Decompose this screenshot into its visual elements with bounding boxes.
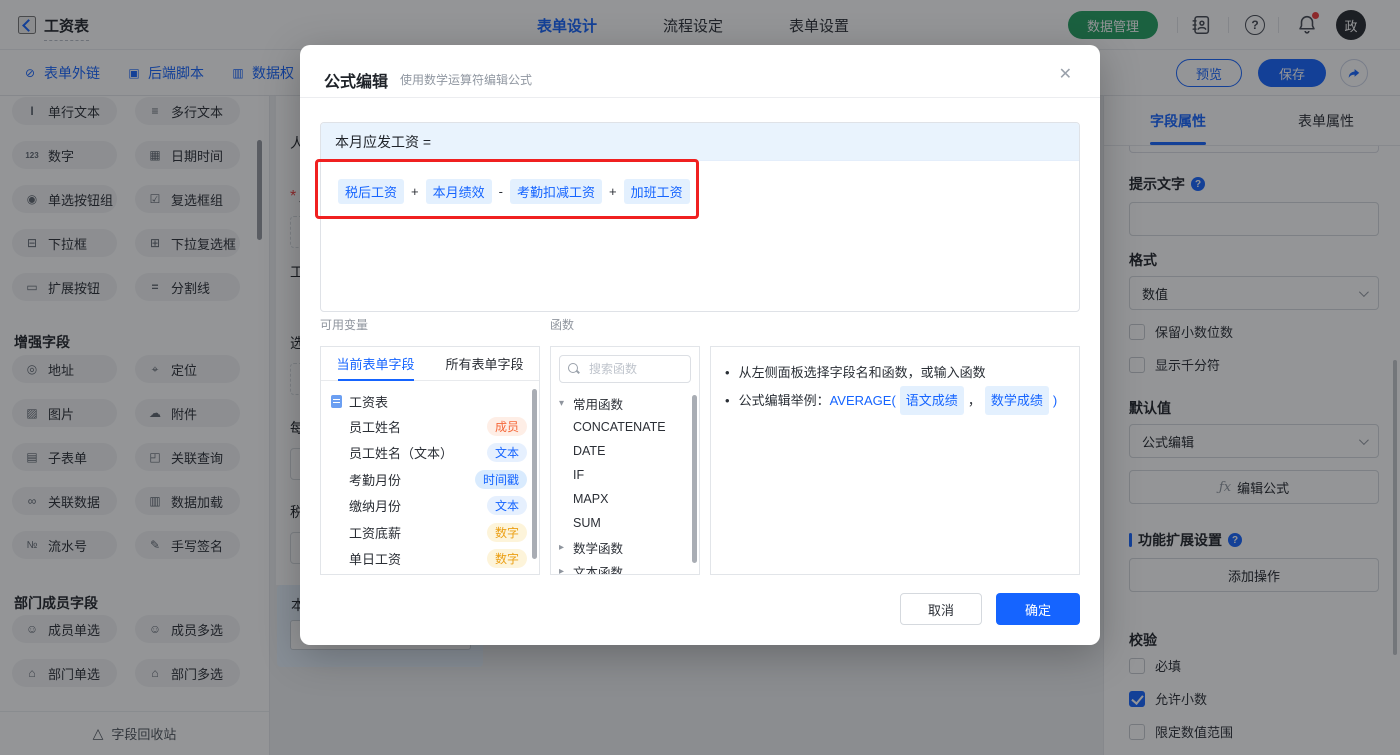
modal-header: 公式编辑 使用数学运算符编辑公式 <box>300 45 1100 97</box>
formula-token[interactable]: - <box>499 184 503 199</box>
variable-name: 单日工资 <box>349 549 401 568</box>
app: 工资表 表单设计流程设定表单设置 数据管理 ? <box>0 0 1400 755</box>
function-row[interactable]: MAPX <box>551 487 699 511</box>
function-row[interactable]: DATE <box>551 439 699 463</box>
functions-panel: 常用函数CONCATENATEDATEIFMAPXSUM数学函数文本函数 <box>550 346 700 575</box>
form-doc-icon <box>331 395 342 408</box>
formula-token[interactable]: 考勤扣减工资 <box>510 179 602 204</box>
formula-token[interactable]: 税后工资 <box>338 179 404 204</box>
variables-label: 可用变量 <box>320 316 368 333</box>
formula-input-area[interactable]: 税后工资 + 本月绩效-考勤扣减工资 + 加班工资 <box>321 161 1079 222</box>
variable-row[interactable]: 员工姓名 成员 <box>331 413 539 440</box>
variable-name: 工资底薪 <box>349 523 401 542</box>
variable-type-badge: 文本 <box>487 496 527 515</box>
help-line-2: • 公式编辑举例： AVERAGE( 语文成绩 ， 数学成绩 ) <box>725 386 1065 415</box>
function-row[interactable]: SUM <box>551 511 699 535</box>
formula-token[interactable]: + <box>609 184 617 199</box>
example-separator: ， <box>968 387 981 414</box>
modal-subtitle: 使用数学运算符编辑公式 <box>400 71 532 88</box>
variable-type-badge: 时间戳 <box>475 470 527 489</box>
bullet-icon: • <box>725 387 730 414</box>
formula-token[interactable]: + <box>411 184 419 199</box>
formula-help-panel: • 从左侧面板选择字段名和函数，或输入函数 • 公式编辑举例： AVERAGE(… <box>710 346 1080 575</box>
bullet-icon: • <box>725 359 730 386</box>
example-arg-chip: 数学成绩 <box>985 386 1049 415</box>
function-row[interactable]: 常用函数 <box>551 391 699 415</box>
variable-name: 考勤月份 <box>349 470 401 489</box>
variables-scrollbar[interactable] <box>532 389 537 559</box>
variable-row[interactable]: 缴纳月份 文本 <box>331 493 539 520</box>
formula-editor: 本月应发工资 = 税后工资 + 本月绩效-考勤扣减工资 + 加班工资 <box>320 122 1080 312</box>
form-node[interactable]: 工资表 <box>331 389 539 413</box>
variable-row[interactable]: 工资底薪 数字 <box>331 519 539 546</box>
example-arg-chip: 语文成绩 <box>900 386 964 415</box>
variables-tabs: 当前表单字段所有表单字段 <box>321 347 539 381</box>
variable-row[interactable]: 考勤月份 时间戳 <box>331 466 539 493</box>
function-list: 常用函数CONCATENATEDATEIFMAPXSUM数学函数文本函数 <box>551 391 699 575</box>
variable-row[interactable]: 员工姓名（文本） 文本 <box>331 440 539 467</box>
formula-token[interactable]: 本月绩效 <box>426 179 492 204</box>
help-line-1: • 从左侧面板选择字段名和函数，或输入函数 <box>725 359 1065 386</box>
variable-name: 缴纳月份 <box>349 496 401 515</box>
variables-tree: 工资表 员工姓名 成员 员工姓名（文本） 文本 考勤月份 时间戳 <box>321 381 539 572</box>
function-row[interactable]: 文本函数 <box>551 559 699 575</box>
formula-target: 本月应发工资 = <box>321 123 1079 161</box>
variable-list: 员工姓名 成员 员工姓名（文本） 文本 考勤月份 时间戳 缴纳月份 文本 <box>331 413 539 572</box>
variables-tab[interactable]: 当前表单字段 <box>321 347 430 380</box>
cancel-button[interactable]: 取消 <box>900 593 982 625</box>
variable-type-badge: 文本 <box>487 443 527 462</box>
variables-panel: 当前表单字段所有表单字段 工资表 员工姓名 成员 员工姓名（文本） 文本 <box>320 346 540 575</box>
search-icon <box>568 363 580 375</box>
example-function-open: AVERAGE( <box>830 387 896 414</box>
variable-type-badge: 数字 <box>487 523 527 542</box>
function-row[interactable]: CONCATENATE <box>551 415 699 439</box>
modal-title: 公式编辑 <box>324 68 388 92</box>
variable-name: 员工姓名（文本） <box>349 443 453 462</box>
variable-type-badge: 数字 <box>487 549 527 568</box>
function-row[interactable]: IF <box>551 463 699 487</box>
formula-token[interactable]: 加班工资 <box>624 179 690 204</box>
confirm-button[interactable]: 确定 <box>996 593 1080 625</box>
function-search-input[interactable] <box>587 361 682 377</box>
example-function-close: ) <box>1053 387 1057 414</box>
functions-label: 函数 <box>550 316 574 333</box>
divider <box>300 97 1100 98</box>
variable-type-badge: 成员 <box>487 417 527 436</box>
variables-tab[interactable]: 所有表单字段 <box>430 347 539 380</box>
functions-scrollbar[interactable] <box>692 395 697 563</box>
formula-edit-modal: 公式编辑 使用数学运算符编辑公式 ✕ 本月应发工资 = 税后工资+本月绩效-考勤… <box>300 45 1100 645</box>
function-search[interactable] <box>559 355 691 383</box>
variable-row[interactable]: 单日工资 数字 <box>331 546 539 573</box>
close-icon[interactable]: ✕ <box>1053 63 1078 85</box>
variable-name: 员工姓名 <box>349 417 401 436</box>
form-node-label: 工资表 <box>349 392 388 411</box>
function-row[interactable]: 数学函数 <box>551 535 699 559</box>
